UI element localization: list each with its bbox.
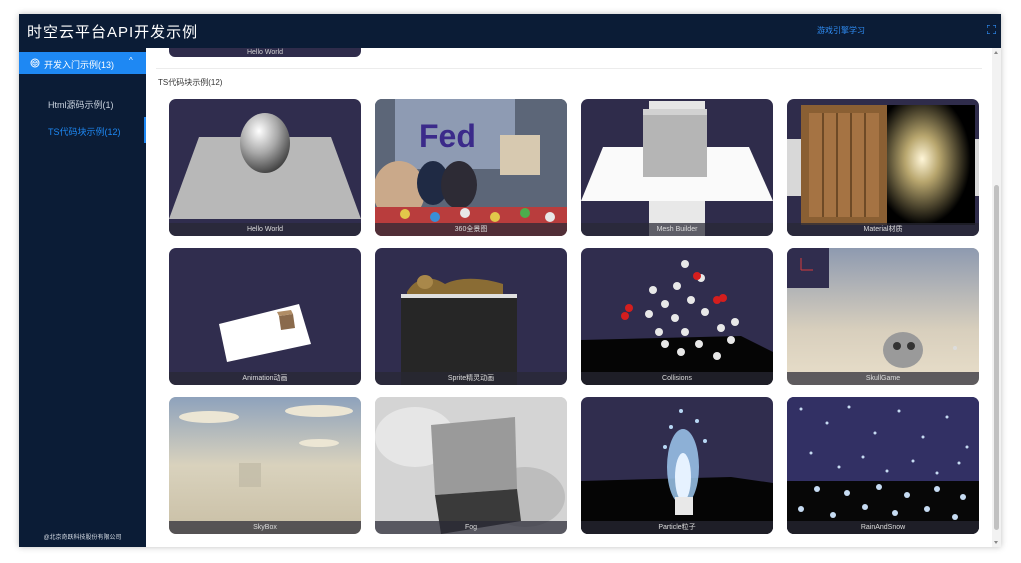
card-label: RainAndSnow bbox=[787, 521, 979, 534]
example-card-mesh-builder[interactable]: Mesh Builder bbox=[581, 99, 773, 236]
sidebar-item-html[interactable]: Html源码示例(1) bbox=[19, 90, 146, 116]
app-title: 时空云平台API开发示例 bbox=[27, 24, 199, 41]
card-thumbnail bbox=[219, 304, 311, 362]
card-thumbnail bbox=[787, 397, 979, 534]
app-window: 时空云平台API开发示例 游戏引擎学习 开发入门示例(13) ^ Html源码示… bbox=[19, 14, 1001, 547]
vertical-scrollbar[interactable] bbox=[992, 48, 1001, 547]
cube-icon bbox=[30, 58, 40, 68]
sidebar-item-label: TS代码块示例(12) bbox=[48, 127, 121, 137]
card-label: SkyBox bbox=[169, 521, 361, 534]
card-thumbnail bbox=[401, 275, 517, 385]
sidebar-item-ts[interactable]: TS代码块示例(12) bbox=[19, 117, 146, 143]
card-label: Particle粒子 bbox=[581, 521, 773, 534]
example-card-fog[interactable]: Fog bbox=[375, 397, 567, 534]
example-card-panorama[interactable]: Fed 360全景图 bbox=[375, 99, 567, 236]
card-label: Mesh Builder bbox=[581, 223, 773, 236]
divider bbox=[156, 68, 982, 69]
menu-group-getting-started[interactable]: 开发入门示例(13) ^ bbox=[19, 52, 146, 74]
example-card-material[interactable]: Material材质 bbox=[787, 99, 979, 236]
top-bar: 时空云平台API开发示例 游戏引擎学习 bbox=[19, 14, 1001, 48]
example-card-skybox[interactable]: SkyBox bbox=[169, 397, 361, 534]
main-content: Hello World TS代码块示例(12) Hello World Fed bbox=[146, 48, 992, 547]
example-card-skull-game[interactable]: SkullGame bbox=[787, 248, 979, 385]
card-label: Collisions bbox=[581, 372, 773, 385]
example-card-sprite[interactable]: Sprite精灵动画 bbox=[375, 248, 567, 385]
card-label: Hello World bbox=[169, 223, 361, 236]
game-engine-link[interactable]: 游戏引擎学习 bbox=[817, 25, 865, 36]
card-thumbnail bbox=[581, 260, 773, 385]
sidebar: 开发入门示例(13) ^ Html源码示例(1) TS代码块示例(12) @北京… bbox=[19, 48, 146, 547]
example-card-rain-snow[interactable]: RainAndSnow bbox=[787, 397, 979, 534]
card-thumbnail: Fed bbox=[375, 99, 567, 236]
example-card-animation[interactable]: Animation动画 bbox=[169, 248, 361, 385]
card-label: Animation动画 bbox=[169, 372, 361, 385]
card-thumbnail bbox=[787, 248, 979, 385]
card-thumbnail bbox=[169, 397, 361, 534]
example-card-collisions[interactable]: Collisions bbox=[581, 248, 773, 385]
section-title: TS代码块示例(12) bbox=[158, 78, 223, 87]
scroll-up-arrow-icon[interactable] bbox=[994, 51, 998, 54]
card-label: 360全景图 bbox=[375, 223, 567, 236]
copyright-text: @北京奇跃科技股份有限公司 bbox=[43, 535, 122, 541]
example-card-particle[interactable]: Particle粒子 bbox=[581, 397, 773, 534]
card-thumbnail bbox=[169, 113, 361, 219]
menu-group-label: 开发入门示例(13) bbox=[44, 60, 115, 70]
previous-section-card[interactable]: Hello World bbox=[169, 48, 361, 57]
expand-icon[interactable] bbox=[987, 25, 996, 34]
sidebar-item-label: Html源码示例(1) bbox=[48, 100, 114, 110]
card-label: Fog bbox=[375, 521, 567, 534]
scroll-thumb[interactable] bbox=[994, 185, 999, 530]
card-thumbnail bbox=[375, 397, 567, 534]
card-label: Material材质 bbox=[787, 223, 979, 236]
chevron-up-icon[interactable]: ^ bbox=[129, 56, 133, 65]
svg-text:Fed: Fed bbox=[419, 118, 476, 154]
example-card-hello-world[interactable]: Hello World bbox=[169, 99, 361, 236]
card-thumbnail bbox=[787, 105, 979, 225]
scroll-down-arrow-icon[interactable] bbox=[994, 541, 998, 544]
card-thumbnail bbox=[581, 101, 773, 236]
card-label: Hello World bbox=[246, 49, 284, 56]
card-label: SkullGame bbox=[787, 372, 979, 385]
card-thumbnail bbox=[581, 409, 773, 534]
card-label: Sprite精灵动画 bbox=[375, 372, 567, 385]
